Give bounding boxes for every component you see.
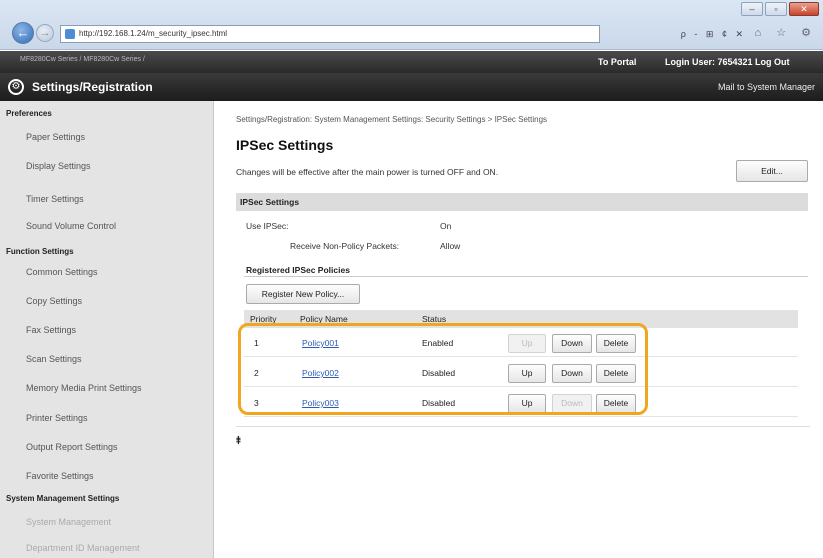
browser-chrome: – ▫ ✕ ← → http://192.168.1.24/m_security…: [0, 0, 823, 50]
receive-non-policy-value: Allow: [440, 241, 461, 251]
sidebar-item-favorite-settings[interactable]: Favorite Settings: [0, 471, 94, 481]
column-policy-name: Policy Name: [300, 314, 348, 324]
down-button[interactable]: Down: [552, 394, 592, 413]
table-row: 3 Policy003 Disabled Up Down Delete: [244, 389, 798, 417]
table-row: 1 Policy001 Enabled Up Down Delete: [244, 329, 798, 357]
edit-button[interactable]: Edit...: [736, 160, 808, 182]
policy-name-link[interactable]: Policy002: [302, 359, 339, 387]
use-ipsec-label: Use IPSec:: [246, 221, 289, 231]
to-portal-link[interactable]: To Portal: [598, 57, 636, 67]
header-title: Settings/Registration: [32, 80, 153, 94]
policy-status: Enabled: [422, 338, 454, 348]
sidebar-item-output-report-settings[interactable]: Output Report Settings: [0, 442, 118, 452]
sidebar-item-memory-media-print-settings[interactable]: Memory Media Print Settings: [0, 383, 142, 393]
address-bar[interactable]: http://192.168.1.24/m_security_ipsec.htm…: [60, 25, 600, 43]
ipsec-settings-section-header: IPSec Settings: [236, 193, 808, 211]
policy-status: Disabled: [422, 398, 456, 408]
sidebar-item-sound-volume-control[interactable]: Sound Volume Control: [0, 221, 116, 231]
address-tools[interactable]: ρ - ⊞ ¢ ✕: [604, 25, 752, 43]
policy-priority: 2: [254, 368, 259, 378]
back-button[interactable]: ←: [12, 22, 34, 44]
column-priority: Priority: [250, 314, 277, 324]
sidebar-item-fax-settings[interactable]: Fax Settings: [0, 325, 76, 335]
table-row: 2 Policy002 Disabled Up Down Delete: [244, 359, 798, 387]
settings-gear-icon: ⚙: [8, 79, 24, 95]
close-window-button[interactable]: ✕: [789, 2, 819, 16]
page-icon: [65, 29, 75, 39]
sidebar-item-system-management[interactable]: System Management: [0, 517, 111, 527]
sidebar-section-system-management-settings: System Management Settings: [6, 494, 120, 503]
back-to-top-icon[interactable]: ⯒: [236, 432, 241, 451]
divider: [244, 276, 808, 277]
divider: [236, 426, 810, 427]
sidebar-item-timer-settings[interactable]: Timer Settings: [0, 194, 84, 204]
delete-button[interactable]: Delete: [596, 364, 636, 383]
receive-non-policy-label: Receive Non-Policy Packets:: [290, 241, 400, 251]
sidebar-item-copy-settings[interactable]: Copy Settings: [0, 296, 82, 306]
down-button[interactable]: Down: [552, 364, 592, 383]
policy-name-link[interactable]: Policy003: [302, 389, 339, 417]
column-status: Status: [422, 314, 447, 324]
sidebar-item-department-id-management[interactable]: Department ID Management: [0, 543, 140, 553]
device-name: MF8280Cw Series / MF8280Cw Series /: [20, 56, 145, 63]
sidebar-section-function-settings: Function Settings: [6, 247, 74, 256]
maximize-button[interactable]: ▫: [765, 2, 787, 16]
sidebar: Preferences Paper Settings Display Setti…: [0, 101, 214, 558]
up-button[interactable]: Up: [508, 394, 546, 413]
sidebar-item-common-settings[interactable]: Common Settings: [0, 267, 98, 277]
breadcrumb: Settings/Registration: System Management…: [236, 115, 548, 124]
sidebar-item-scan-settings[interactable]: Scan Settings: [0, 354, 82, 364]
up-button[interactable]: Up: [508, 334, 546, 353]
up-button[interactable]: Up: [508, 364, 546, 383]
down-button[interactable]: Down: [552, 334, 592, 353]
register-new-policy-button[interactable]: Register New Policy...: [246, 284, 360, 304]
policy-name-link[interactable]: Policy001: [302, 329, 339, 357]
policy-table-header: Priority Policy Name Status: [244, 310, 798, 328]
login-user-info[interactable]: Login User: 7654321 Log Out: [665, 57, 790, 67]
minimize-button[interactable]: –: [741, 2, 763, 16]
policy-priority: 1: [254, 338, 259, 348]
device-topbar: MF8280Cw Series / MF8280Cw Series / To P…: [0, 51, 823, 73]
sidebar-item-display-settings[interactable]: Display Settings: [0, 161, 91, 171]
forward-button[interactable]: →: [36, 24, 54, 42]
sidebar-item-paper-settings[interactable]: Paper Settings: [0, 132, 85, 142]
registered-policies-heading: Registered IPSec Policies: [246, 265, 350, 275]
delete-button[interactable]: Delete: [596, 334, 636, 353]
home-favorites-settings-icons[interactable]: ⌂ ☆ ⚙: [755, 26, 817, 39]
mail-to-system-manager-link[interactable]: Mail to System Manager: [718, 82, 815, 92]
address-url: http://192.168.1.24/m_security_ipsec.htm…: [79, 29, 228, 38]
delete-button[interactable]: Delete: [596, 394, 636, 413]
window-controls: – ▫ ✕: [741, 2, 819, 16]
policy-priority: 3: [254, 398, 259, 408]
restart-notice: Changes will be effective after the main…: [236, 167, 499, 177]
use-ipsec-value: On: [440, 221, 452, 231]
settings-header: ⚙ Settings/Registration Mail to System M…: [0, 73, 823, 101]
page-title: IPSec Settings: [236, 137, 334, 153]
policy-status: Disabled: [422, 368, 456, 378]
sidebar-section-preferences: Preferences: [6, 109, 52, 118]
sidebar-item-printer-settings[interactable]: Printer Settings: [0, 413, 88, 423]
